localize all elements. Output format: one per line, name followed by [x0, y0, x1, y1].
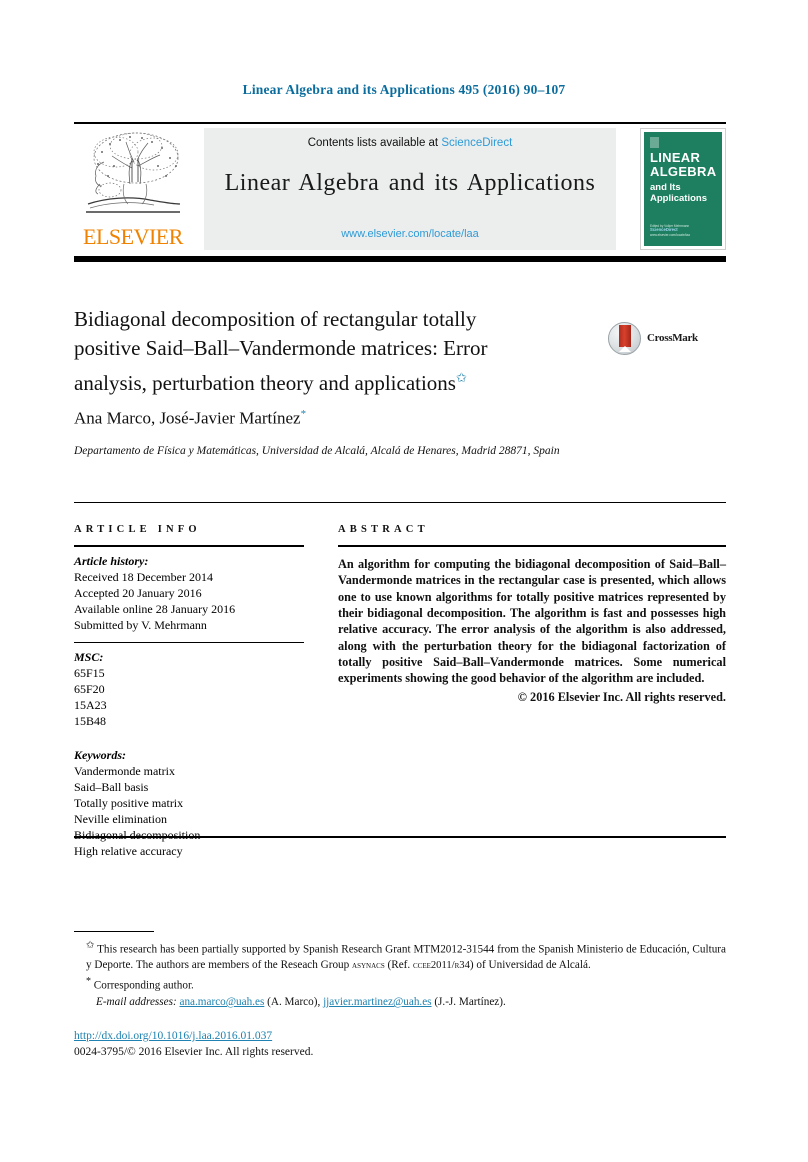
cover-line-1: LINEAR	[650, 150, 701, 165]
cover-line-3: and Its	[650, 182, 681, 193]
footnote-corresponding-text: Corresponding author.	[93, 979, 194, 992]
sciencedirect-link[interactable]: ScienceDirect	[441, 137, 512, 149]
msc-divider-rule	[74, 642, 304, 644]
email-owner-martinez: (J.-J. Martínez).	[434, 996, 506, 1009]
footnote-corresponding-marker: *	[86, 976, 91, 988]
doi-link[interactable]: http://dx.doi.org/10.1016/j.laa.2016.01.…	[74, 1030, 272, 1042]
contents-band: Contents lists available at ScienceDirec…	[204, 128, 616, 250]
cover-footer-block: Edited by Volker Mehrmann ScienceDirect …	[650, 224, 714, 237]
article-info-heading: ARTICLE INFO	[74, 524, 201, 535]
abstract-heading: ABSTRACT	[338, 524, 429, 535]
crossmark-icon	[608, 322, 641, 355]
article-history-available: Available online 28 January 2016	[74, 602, 236, 617]
article-history-received: Received 18 December 2014	[74, 570, 213, 585]
abstract-text: An algorithm for computing the bidiagona…	[338, 557, 726, 686]
affiliation: Departamento de Física y Matemáticas, Un…	[74, 445, 560, 457]
article-info-column: ARTICLE INFO Article history: Received 1…	[74, 524, 304, 859]
masthead-bottom-rule	[74, 256, 726, 262]
cover-footer-url: www.elsevier.com/locate/laa	[650, 232, 690, 237]
crossmark-label: CrossMark	[647, 332, 698, 344]
keyword-1: Vandermonde matrix	[74, 764, 175, 779]
contents-available-line: Contents lists available at ScienceDirec…	[204, 137, 616, 149]
cover-line-2: ALGEBRA	[650, 164, 717, 179]
journal-url-link[interactable]: www.elsevier.com/locate/laa	[204, 228, 616, 240]
keyword-3: Totally positive matrix	[74, 796, 184, 811]
footnote-block: ✩ This research has been partially suppo…	[74, 938, 726, 1011]
keywords-label: Keywords:	[74, 748, 126, 763]
abstract-bottom-rule	[74, 836, 726, 839]
abstract-column: ABSTRACT An algorithm for computing the …	[338, 524, 726, 705]
elsevier-logo: ELSEVIER	[74, 128, 192, 250]
running-head: Linear Algebra and its Applications 495 …	[242, 82, 566, 97]
footnote-corresponding: * Corresponding author.	[74, 974, 726, 994]
footnote-grant-ref: ccee2011/r34	[413, 959, 470, 971]
journal-cover-thumbnail[interactable]: LINEAR ALGEBRA and Its Applications Edit…	[640, 128, 726, 250]
journal-masthead: ELSEVIER Contents lists available at Sci…	[74, 126, 726, 252]
author-names: Ana Marco, José-Javier Martínez	[74, 408, 301, 428]
authors-bottom-rule	[74, 502, 726, 504]
article-history-submitted: Submitted by V. Mehrmann	[74, 618, 207, 633]
abstract-rule	[338, 545, 726, 548]
corresponding-author-marker[interactable]: *	[301, 408, 307, 420]
title-footnote-marker[interactable]: ✩	[456, 370, 467, 385]
issn-copyright-line: 0024-3795/© 2016 Elsevier Inc. All right…	[74, 1046, 314, 1058]
footnote-grant-group: asynacs	[352, 959, 385, 971]
keyword-4: Neville elimination	[74, 812, 167, 827]
article-history-accepted: Accepted 20 January 2016	[74, 586, 202, 601]
elsevier-wordmark: ELSEVIER	[83, 224, 183, 249]
article-first-page: Linear Algebra and its Applications 495 …	[0, 0, 808, 1162]
journal-title: Linear Algebra and its Applications	[224, 170, 596, 196]
msc-code-3: 15A23	[74, 698, 107, 713]
journal-cover-art: LINEAR ALGEBRA and Its Applications Edit…	[644, 132, 722, 246]
footnote-separator-rule	[74, 931, 154, 933]
cover-emblem-icon	[650, 137, 659, 148]
footnote-grant: ✩ This research has been partially suppo…	[74, 938, 726, 973]
crossmark-flag-shape	[619, 325, 631, 352]
email-link-marco[interactable]: ana.marco@uah.es	[179, 996, 264, 1008]
article-title-text: Bidiagonal decomposition of rectangular …	[74, 307, 488, 395]
msc-code-4: 15B48	[74, 714, 107, 729]
elsevier-tree-icon	[86, 132, 181, 213]
abstract-copyright: © 2016 Elsevier Inc. All rights reserved…	[517, 689, 726, 704]
msc-label: MSC:	[74, 650, 104, 665]
footnote-emails: E-mail addresses: ana.marco@uah.es (A. M…	[74, 995, 726, 1010]
keyword-2: Said–Ball basis	[74, 780, 149, 795]
email-link-martinez[interactable]: jjavier.martinez@uah.es	[323, 996, 431, 1008]
masthead-top-rule	[74, 122, 726, 124]
page-title: Bidiagonal decomposition of rectangular …	[74, 305, 544, 398]
msc-code-2: 65F20	[74, 682, 105, 697]
author-list: Ana Marco, José-Javier Martínez*	[74, 408, 674, 429]
msc-code-1: 65F15	[74, 666, 105, 681]
email-addresses-label: E-mail addresses:	[96, 996, 177, 1009]
footnote-grant-text-3: ) of Universidad de Alcalá.	[469, 958, 591, 971]
article-history-label: Article history:	[74, 554, 149, 569]
cover-line-4: Applications	[650, 193, 708, 204]
footnote-grant-marker: ✩	[86, 940, 95, 951]
footnote-grant-text-2: (Ref.	[384, 958, 413, 971]
contents-prefix: Contents lists available at	[307, 137, 442, 149]
keyword-6: High relative accuracy	[74, 844, 183, 859]
crossmark-badge[interactable]: CrossMark	[608, 322, 726, 356]
article-info-rule	[74, 545, 304, 548]
email-owner-marco: (A. Marco),	[267, 996, 321, 1009]
